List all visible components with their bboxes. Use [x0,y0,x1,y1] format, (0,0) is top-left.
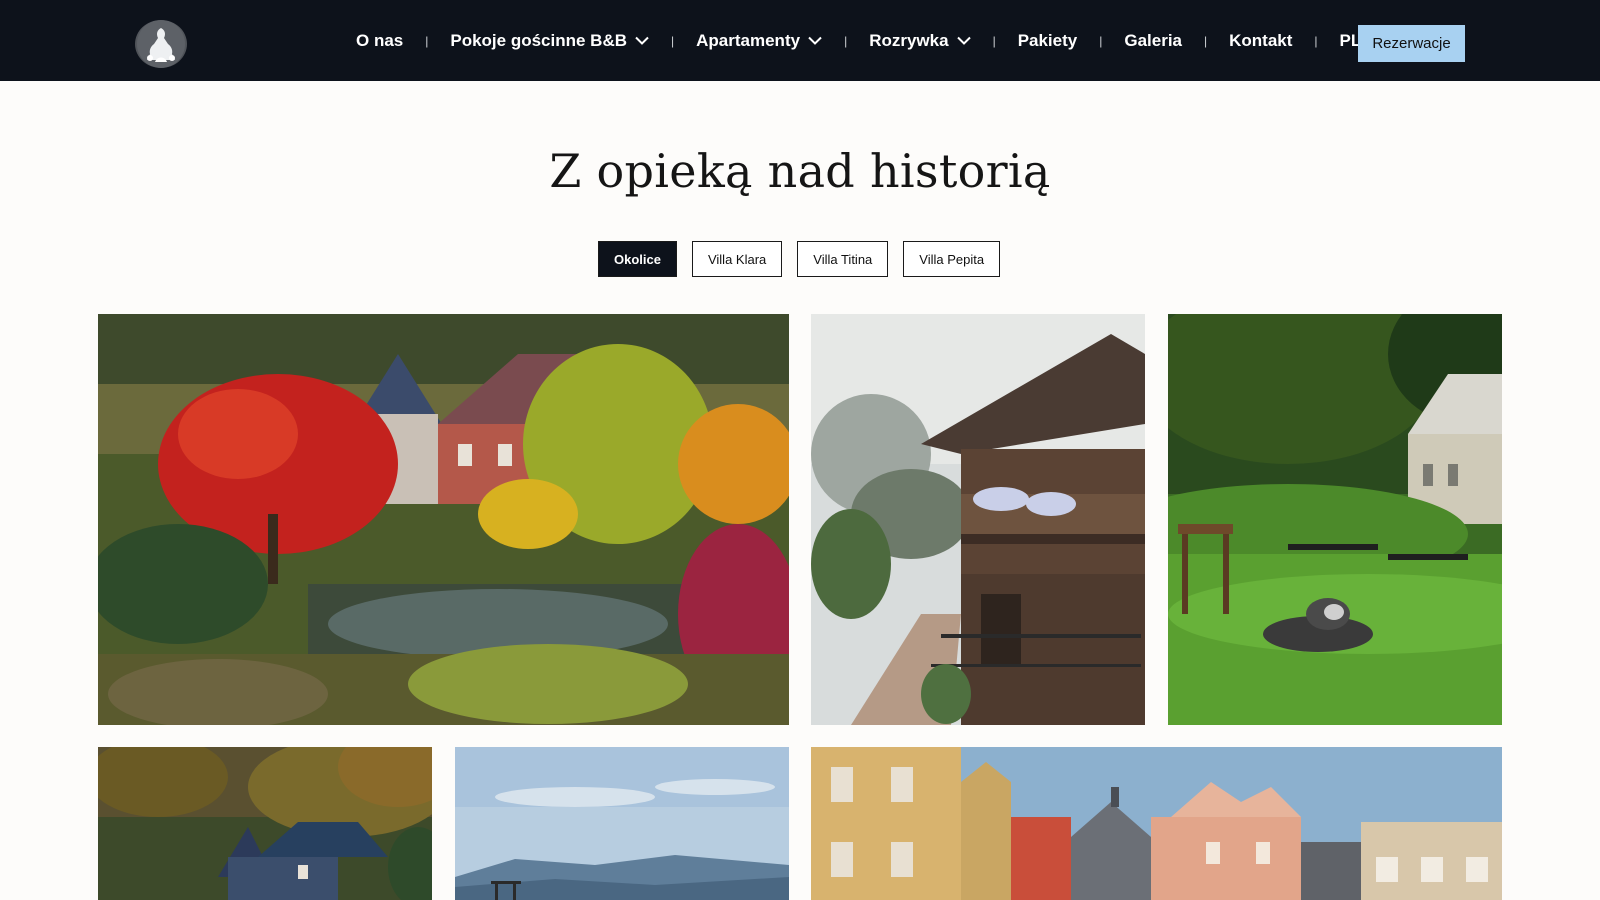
nav-label: Rozrywka [869,30,949,50]
gallery-photo-misty-house[interactable] [811,314,1145,725]
nav-label: Pokoje gościnne B&B [450,30,628,50]
chevron-down-icon [635,36,649,45]
nav-item-pokoje[interactable]: Pokoje gościnne B&B [450,31,649,51]
nav-item-rozrywka[interactable]: Rozrywka [869,30,971,51]
gallery-photo-mountain-view[interactable] [455,747,789,900]
chevron-down-icon [956,36,971,45]
nav-item-galeria[interactable]: Galeria [1124,31,1182,51]
gallery-photo-town-buildings[interactable] [811,747,1502,900]
main-nav: O nas | Pokoje gościnne B&B | Apartament… [356,0,1383,81]
nav-item-pakiety[interactable]: Pakiety [1018,31,1078,51]
filter-tab-villa-klara[interactable]: Villa Klara [691,241,783,277]
gallery-photo-autumn-village[interactable] [98,747,432,900]
villa-logo-icon[interactable] [135,20,187,68]
gallery-filter-tabs: Okolice Villa Klara Villa Titina Villa P… [598,241,1001,277]
filter-tab-okolice[interactable]: Okolice [598,241,677,277]
chevron-down-icon [808,36,822,45]
gallery-photo-garden-pond[interactable] [98,314,789,725]
filter-tab-villa-titina[interactable]: Villa Titina [797,241,889,277]
nav-divider: | [671,33,675,48]
filter-tab-villa-pepita[interactable]: Villa Pepita [903,241,1001,277]
nav-item-apartamenty[interactable]: Apartamenty [696,31,822,51]
nav-divider: | [992,33,996,48]
top-navbar: O nas | Pokoje gościnne B&B | Apartament… [0,0,1600,81]
nav-divider: | [844,33,848,48]
nav-label: Apartamenty [696,30,801,50]
nav-item-kontakt[interactable]: Kontakt [1229,31,1292,51]
nav-divider: | [425,33,429,48]
nav-label: Galeria [1124,30,1183,50]
page-title: Z opieką nad historią [549,144,1051,198]
nav-divider: | [1204,33,1208,48]
reservation-button[interactable]: Rezerwacje [1358,25,1465,62]
nav-label: O nas [356,30,404,50]
nav-label: Kontakt [1229,30,1293,50]
nav-divider: | [1099,33,1103,48]
gallery-photo-dog-lawn[interactable] [1168,314,1502,725]
nav-item-o-nas[interactable]: O nas [356,31,403,51]
nav-divider: | [1314,33,1318,48]
nav-label: Pakiety [1017,30,1078,50]
